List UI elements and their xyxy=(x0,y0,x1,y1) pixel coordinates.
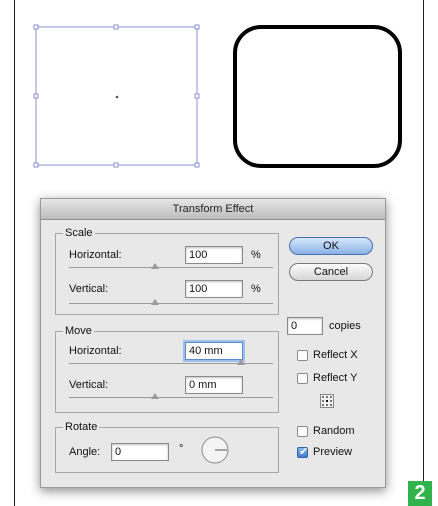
resize-handle-top-right[interactable] xyxy=(194,24,200,30)
move-vertical-input[interactable] xyxy=(185,376,243,394)
transformed-rounded-rectangle xyxy=(233,25,402,168)
move-vertical-label: Vertical: xyxy=(69,379,109,391)
rotate-angle-label: Angle: xyxy=(69,446,101,458)
resize-handle-bottom-right[interactable] xyxy=(194,162,200,168)
dialog-title: Transform Effect xyxy=(41,199,385,220)
rotate-angle-dial[interactable] xyxy=(200,435,230,465)
copies-input[interactable] xyxy=(287,317,323,335)
reflect-y-checkbox[interactable] xyxy=(297,373,308,384)
resize-handle-bottom-left[interactable] xyxy=(33,162,39,168)
resize-handle-top-middle[interactable] xyxy=(113,24,119,30)
scale-vertical-label: Vertical: xyxy=(69,283,109,295)
move-horizontal-label: Horizontal: xyxy=(69,345,122,357)
resize-handle-top-left[interactable] xyxy=(33,24,39,30)
resize-handle-bottom-middle[interactable] xyxy=(113,162,119,168)
random-checkbox[interactable] xyxy=(297,426,308,437)
scale-horizontal-slider-thumb[interactable] xyxy=(151,263,159,269)
scale-group-label: Scale xyxy=(63,227,95,239)
step-number-badge: 2 xyxy=(408,481,432,506)
cancel-button[interactable]: Cancel xyxy=(289,263,373,281)
move-group xyxy=(55,331,279,413)
reflect-x-label: Reflect X xyxy=(313,349,358,361)
copies-label: copies xyxy=(329,320,361,332)
scale-horizontal-unit: % xyxy=(251,249,261,261)
resize-handle-middle-right[interactable] xyxy=(194,93,200,99)
reflect-x-checkbox[interactable] xyxy=(297,350,308,361)
scale-vertical-input[interactable] xyxy=(185,280,243,298)
rotate-angle-input[interactable] xyxy=(111,443,169,461)
preview-checkbox[interactable]: ✔ xyxy=(297,446,309,458)
scale-vertical-slider[interactable] xyxy=(69,303,273,304)
preview-label: Preview xyxy=(313,446,353,458)
scale-horizontal-label: Horizontal: xyxy=(69,249,122,261)
selected-rectangle[interactable] xyxy=(33,24,200,168)
scale-horizontal-input[interactable] xyxy=(185,246,243,264)
move-vertical-slider-thumb[interactable] xyxy=(151,393,159,399)
checkmark-icon: ✔ xyxy=(299,446,309,458)
reflect-y-label: Reflect Y xyxy=(313,372,358,384)
move-horizontal-slider-thumb[interactable] xyxy=(237,359,245,365)
move-group-label: Move xyxy=(63,325,94,337)
rotate-group-label: Rotate xyxy=(63,421,100,433)
scale-horizontal-slider[interactable] xyxy=(69,267,273,268)
resize-handle-middle-left[interactable] xyxy=(33,93,39,99)
rotate-angle-unit: ° xyxy=(179,443,184,455)
random-label: Random xyxy=(313,425,355,437)
scale-vertical-slider-thumb[interactable] xyxy=(151,299,159,305)
move-vertical-slider[interactable] xyxy=(69,397,273,398)
reference-point-locator-icon[interactable] xyxy=(320,394,334,408)
center-point xyxy=(115,95,119,99)
scale-vertical-unit: % xyxy=(251,283,261,295)
transform-effect-dialog: Transform Effect Scale Horizontal: % Ver… xyxy=(40,198,386,488)
move-horizontal-input[interactable] xyxy=(185,342,243,360)
ok-button[interactable]: OK xyxy=(289,237,373,255)
